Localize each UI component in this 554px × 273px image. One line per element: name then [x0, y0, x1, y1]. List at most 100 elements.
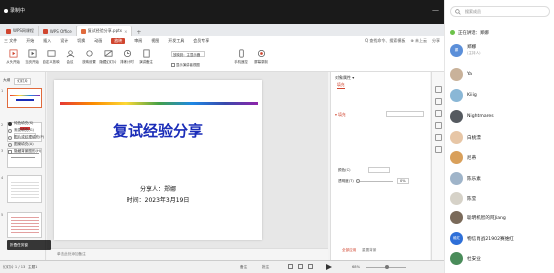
- transparency-value[interactable]: 0%: [397, 178, 409, 184]
- member-item[interactable]: Nightmares: [450, 110, 550, 123]
- more-tools-icon[interactable]: [435, 146, 442, 153]
- option-label: 隐藏背景图形(H): [14, 149, 42, 153]
- reading-view-icon[interactable]: [308, 264, 313, 269]
- slide-presenter[interactable]: 分享人：郑娜: [54, 184, 262, 193]
- play-slideshow-icon[interactable]: [326, 264, 332, 270]
- tab-wps-office[interactable]: WPS Office: [39, 26, 77, 36]
- member-item[interactable]: 陈乐素: [450, 172, 550, 185]
- reset-background-button[interactable]: 重置背景: [362, 248, 376, 253]
- start-from-beginning-button[interactable]: 从头开始: [4, 49, 22, 64]
- thumb-text-line: [11, 157, 35, 158]
- slide-thumbnail[interactable]: [7, 88, 42, 108]
- member-item[interactable]: 杜安业: [450, 252, 550, 265]
- member-search-input[interactable]: 搜索成员: [450, 6, 550, 17]
- option-label: 图片或纹理填充(P): [14, 135, 45, 139]
- notes-area[interactable]: 单击此处添加备注: [47, 248, 328, 260]
- menu-transition[interactable]: 切换: [77, 38, 85, 44]
- tab-label: WPS网课程: [13, 28, 34, 33]
- fill-option-solid[interactable]: 纯色填充(S): [8, 121, 33, 126]
- menu-view[interactable]: 视图: [151, 38, 159, 44]
- fill-option-pattern[interactable]: 图案填充(A): [8, 142, 34, 147]
- menu-slideshow[interactable]: 放映: [111, 38, 126, 44]
- custom-show-button[interactable]: 自定义放映: [42, 49, 60, 64]
- command-search[interactable]: Q 查找命令、搜索模板: [365, 38, 405, 44]
- menu-file[interactable]: 三 文件: [4, 38, 17, 44]
- member-item[interactable]: 陈莹: [450, 192, 550, 205]
- menu-member[interactable]: 会员专享: [193, 38, 209, 44]
- slide-thumbnail[interactable]: [7, 175, 42, 203]
- tab-presentation[interactable]: 复试经验分享.pptx ×: [76, 26, 133, 36]
- slide-thumbnail[interactable]: [7, 212, 42, 238]
- tab-outline[interactable]: 大纲: [3, 78, 10, 85]
- slide-date[interactable]: 时间：2023年3月19日: [54, 195, 262, 204]
- comments-toggle-button[interactable]: 批注: [262, 265, 269, 270]
- meeting-button[interactable]: 会议: [61, 49, 79, 64]
- member-name: 聪明机智的阿Jiang: [467, 215, 506, 221]
- screen-record-button[interactable]: 屏幕录制: [252, 49, 270, 64]
- share-button[interactable]: 分享: [432, 38, 440, 44]
- menu-insert[interactable]: 插入: [43, 38, 51, 44]
- button-label: 自定义放映: [42, 60, 60, 64]
- new-tab-icon[interactable]: +: [132, 29, 145, 36]
- animation-icon[interactable]: [435, 110, 442, 117]
- notes-toggle-button[interactable]: 备注: [240, 265, 247, 270]
- tab-slides[interactable]: 幻灯片: [14, 78, 31, 85]
- fill-option-gradient[interactable]: 渐变填充(G): [8, 128, 34, 133]
- tab-fill[interactable]: 填充: [337, 82, 345, 89]
- fill-section-header[interactable]: ▾ 填充: [335, 112, 346, 118]
- color-picker[interactable]: [368, 167, 390, 173]
- thumb-text-block: [11, 217, 39, 233]
- avatar: [450, 110, 463, 123]
- wps-icon: [42, 28, 48, 34]
- color-label: 颜色(C): [338, 168, 351, 172]
- transition-icon[interactable]: [435, 122, 442, 129]
- member-item[interactable]: 维红 物信肖战21902赛维红: [450, 232, 550, 245]
- member-item[interactable]: Ya: [450, 68, 550, 81]
- hide-slide-button[interactable]: 隐藏幻灯片: [99, 49, 117, 64]
- menu-home[interactable]: 开始: [26, 38, 34, 44]
- phone-remote-button[interactable]: 手机遥控: [232, 49, 250, 64]
- rehearse-timing-button[interactable]: 排练计时: [118, 49, 136, 64]
- member-item[interactable]: 尼蒂: [450, 151, 550, 164]
- member-item[interactable]: 娜 郑娜 (主持人): [450, 44, 550, 57]
- member-item[interactable]: 聪明机智的阿Jiang: [450, 211, 550, 224]
- format-brush-icon[interactable]: [435, 98, 442, 105]
- menu-devtools[interactable]: 开发工具: [168, 38, 184, 44]
- presenter-view-checkbox[interactable]: 显示演讲者视图: [171, 62, 200, 67]
- member-item[interactable]: 白桃漂: [450, 131, 550, 144]
- sorter-view-icon[interactable]: [298, 264, 303, 269]
- show-settings-button[interactable]: 放映设置: [80, 49, 98, 64]
- monitor-select-value: 放映到：主显示器: [173, 52, 201, 57]
- speaker-notes-button[interactable]: 演讲备注: [137, 49, 155, 64]
- monitor-select[interactable]: 放映到：主显示器: [171, 51, 205, 57]
- zoom-level[interactable]: 68%: [352, 265, 360, 269]
- play-current-icon: [28, 49, 36, 58]
- minimize-icon[interactable]: —: [432, 6, 439, 14]
- button-label: 手机遥控: [234, 60, 248, 64]
- fill-option-picture[interactable]: 图片或纹理填充(P): [8, 135, 44, 140]
- menu-animation[interactable]: 动画: [94, 38, 102, 44]
- tab-wps-home[interactable]: WPS网课程: [2, 26, 39, 36]
- properties-header[interactable]: 对象属性 ▾: [335, 75, 354, 81]
- zoom-slider-thumb[interactable]: [385, 265, 389, 269]
- member-item[interactable]: Kiiig: [450, 89, 550, 102]
- member-name: 尼蒂: [467, 155, 477, 161]
- menu-design[interactable]: 设计: [60, 38, 68, 44]
- menu-review[interactable]: 审阅: [134, 38, 142, 44]
- cloud-status[interactable]: ⊕ 未上云: [410, 38, 427, 44]
- slider-thumb[interactable]: [356, 179, 360, 183]
- transparency-slider[interactable]: [357, 181, 393, 182]
- object-properties-icon[interactable]: [435, 86, 442, 93]
- apply-all-button[interactable]: 全部应用: [342, 248, 356, 253]
- normal-view-icon[interactable]: [288, 264, 293, 269]
- phone-icon: [238, 49, 244, 58]
- start-current-button[interactable]: 当页开始: [23, 49, 41, 64]
- slide-title[interactable]: 复试经验分享: [54, 120, 262, 141]
- presenter-view-label: 显示演讲者视图: [176, 63, 200, 67]
- thumb-number: 1: [1, 89, 4, 93]
- member-role: (主持人): [467, 51, 481, 56]
- close-tab-icon[interactable]: ×: [124, 29, 127, 34]
- fill-dropdown[interactable]: [386, 111, 424, 117]
- hide-background-graphics[interactable]: 隐藏背景图形(H): [8, 149, 41, 154]
- layout-icon[interactable]: [435, 134, 442, 141]
